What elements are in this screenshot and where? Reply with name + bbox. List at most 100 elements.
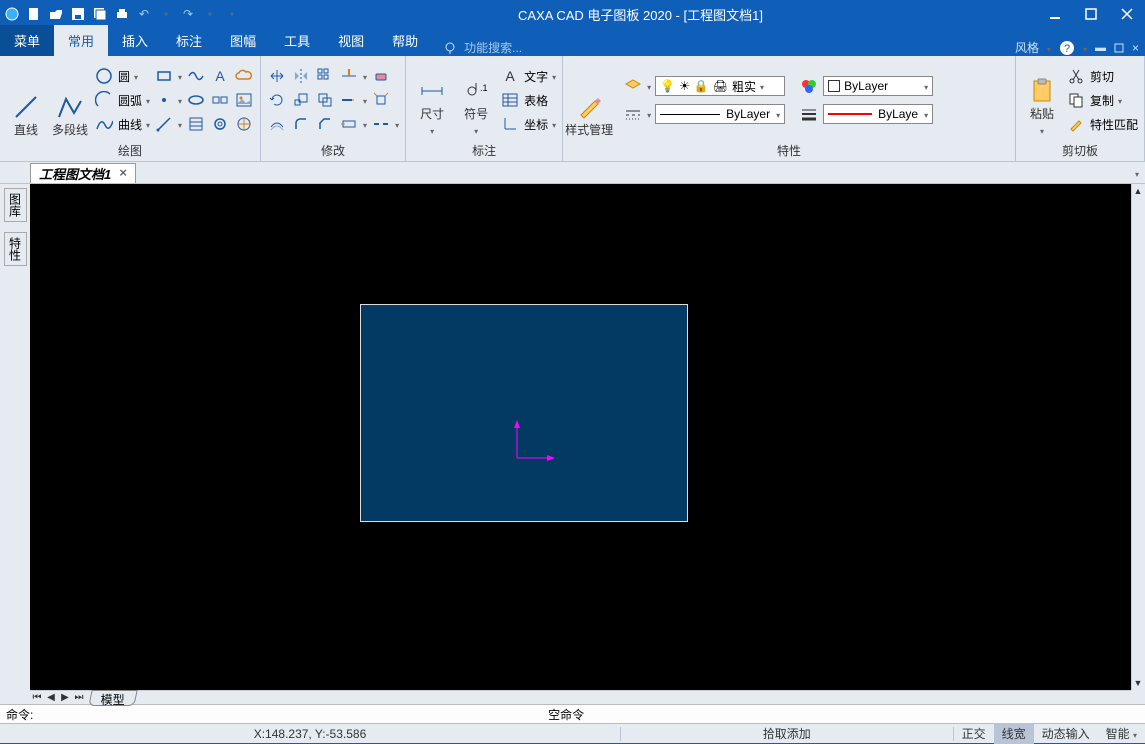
paste-button[interactable]: 粘贴: [1022, 61, 1062, 139]
nav-prev-icon[interactable]: ◀: [44, 692, 58, 703]
command-bar[interactable]: 命令: 空命令: [0, 704, 1145, 723]
tab-tools[interactable]: 工具: [270, 25, 324, 56]
model-tab[interactable]: 模型: [88, 690, 137, 706]
hole-icon[interactable]: [234, 114, 254, 134]
rotate-icon[interactable]: [267, 90, 287, 110]
tab-frame[interactable]: 图幅: [216, 25, 270, 56]
point-dd[interactable]: [178, 93, 182, 107]
undo-icon[interactable]: ↶: [136, 6, 152, 22]
drawing-canvas[interactable]: [30, 184, 1131, 690]
toggle-lineweight[interactable]: 线宽: [994, 723, 1034, 744]
trim-icon[interactable]: [339, 66, 359, 86]
mdi-restore-icon[interactable]: [1114, 43, 1124, 53]
style-menu[interactable]: 风格: [1015, 39, 1039, 56]
mirror-icon[interactable]: [291, 66, 311, 86]
print-icon[interactable]: [114, 6, 130, 22]
erase-icon[interactable]: [371, 66, 391, 86]
style-dropdown[interactable]: [1047, 41, 1051, 55]
polyline-button[interactable]: 多段线: [50, 61, 90, 139]
hatch-icon[interactable]: [186, 114, 206, 134]
break-icon[interactable]: [371, 114, 391, 134]
toggle-dyninput[interactable]: 动态输入: [1034, 723, 1098, 744]
table-btn-icon[interactable]: [500, 90, 520, 110]
tab-annotate[interactable]: 标注: [162, 25, 216, 56]
undo-dropdown[interactable]: [158, 6, 174, 22]
search-input[interactable]: 功能搜索...: [458, 39, 522, 56]
rect-icon[interactable]: [154, 66, 174, 86]
linetype-selector[interactable]: ByLayer: [655, 104, 785, 124]
copy-label[interactable]: 复制: [1090, 92, 1114, 109]
sidebar-tab-properties[interactable]: 特性: [4, 232, 27, 266]
scale-icon[interactable]: [291, 90, 311, 110]
symbol-dd[interactable]: [474, 123, 478, 137]
stretch-icon[interactable]: [339, 114, 359, 134]
coord-btn-icon[interactable]: [500, 114, 520, 134]
point-icon[interactable]: [154, 90, 174, 110]
ellipse-icon[interactable]: [186, 90, 206, 110]
coord-label[interactable]: 坐标: [524, 116, 548, 133]
close-button[interactable]: [1109, 0, 1145, 28]
color-icon[interactable]: [799, 76, 819, 96]
mdi-close-icon[interactable]: ×: [1132, 41, 1139, 55]
nav-next-icon[interactable]: ▶: [58, 692, 72, 703]
break-dd[interactable]: [395, 117, 399, 131]
image-icon[interactable]: [234, 90, 254, 110]
file-menu[interactable]: 菜单: [0, 25, 54, 56]
curve-label[interactable]: 曲线: [118, 116, 142, 133]
scroll-down-icon[interactable]: ▼: [1131, 676, 1145, 690]
layer-state-dd[interactable]: [760, 79, 764, 93]
symbol-button[interactable]: .1 符号: [456, 61, 496, 139]
lineweight-icon[interactable]: [799, 104, 819, 124]
help-dropdown[interactable]: [1083, 41, 1087, 55]
coord-dd[interactable]: [552, 117, 556, 131]
status-pick[interactable]: 拾取添加: [753, 725, 821, 742]
arc-label[interactable]: 圆弧: [118, 92, 142, 109]
minimize-button[interactable]: [1037, 0, 1073, 28]
doc-overflow[interactable]: [1135, 166, 1139, 180]
arc-icon[interactable]: [94, 90, 114, 110]
text-dd[interactable]: [552, 69, 556, 83]
circle-dd[interactable]: [134, 69, 138, 83]
circle-icon[interactable]: [94, 66, 114, 86]
dim-button[interactable]: 尺寸: [412, 61, 452, 139]
linetype-dd[interactable]: [647, 107, 651, 121]
spline-icon[interactable]: [186, 66, 206, 86]
tab-help[interactable]: 帮助: [378, 25, 432, 56]
sidebar-tab-library[interactable]: 图库: [4, 188, 27, 222]
layer-dd[interactable]: [647, 79, 651, 93]
cut-label[interactable]: 剪切: [1090, 68, 1114, 85]
cut-icon[interactable]: [1066, 66, 1086, 86]
text-btn-icon[interactable]: A: [500, 66, 520, 86]
arc-dd[interactable]: [146, 93, 150, 107]
close-tab-icon[interactable]: ×: [119, 166, 127, 181]
match-label[interactable]: 特性匹配: [1090, 116, 1138, 133]
circle-label[interactable]: 圆: [118, 68, 130, 85]
rect-dd[interactable]: [178, 69, 182, 83]
nav-last-icon[interactable]: ⏭: [72, 692, 86, 703]
copy-icon[interactable]: [315, 90, 335, 110]
color-selector[interactable]: ByLayer: [823, 76, 933, 96]
copy-dd[interactable]: [1118, 93, 1122, 107]
curve-dd[interactable]: [146, 117, 150, 131]
stretch-dd[interactable]: [363, 117, 367, 131]
mdi-min-icon[interactable]: ▬: [1095, 42, 1106, 54]
redo-dropdown[interactable]: [202, 6, 218, 22]
document-tab[interactable]: 工程图文档1 ×: [30, 163, 136, 183]
ray-dd[interactable]: [178, 117, 182, 131]
line-button[interactable]: 直线: [6, 61, 46, 139]
text-label[interactable]: 文字: [524, 68, 548, 85]
tab-common[interactable]: 常用: [54, 25, 108, 56]
toggle-ortho[interactable]: 正交: [954, 723, 994, 744]
new-icon[interactable]: [26, 6, 42, 22]
offset-icon[interactable]: [267, 114, 287, 134]
extend-icon[interactable]: [339, 90, 359, 110]
table-label[interactable]: 表格: [524, 92, 548, 109]
redo-icon[interactable]: ↷: [180, 6, 196, 22]
cloud-icon[interactable]: [234, 66, 254, 86]
style-mgr-button[interactable]: 样式管理: [569, 61, 609, 139]
fillet-icon[interactable]: [291, 114, 311, 134]
toggle-smart[interactable]: 智能: [1098, 723, 1145, 744]
text-icon[interactable]: A: [210, 66, 230, 86]
tab-insert[interactable]: 插入: [108, 25, 162, 56]
curve-icon[interactable]: [94, 114, 114, 134]
